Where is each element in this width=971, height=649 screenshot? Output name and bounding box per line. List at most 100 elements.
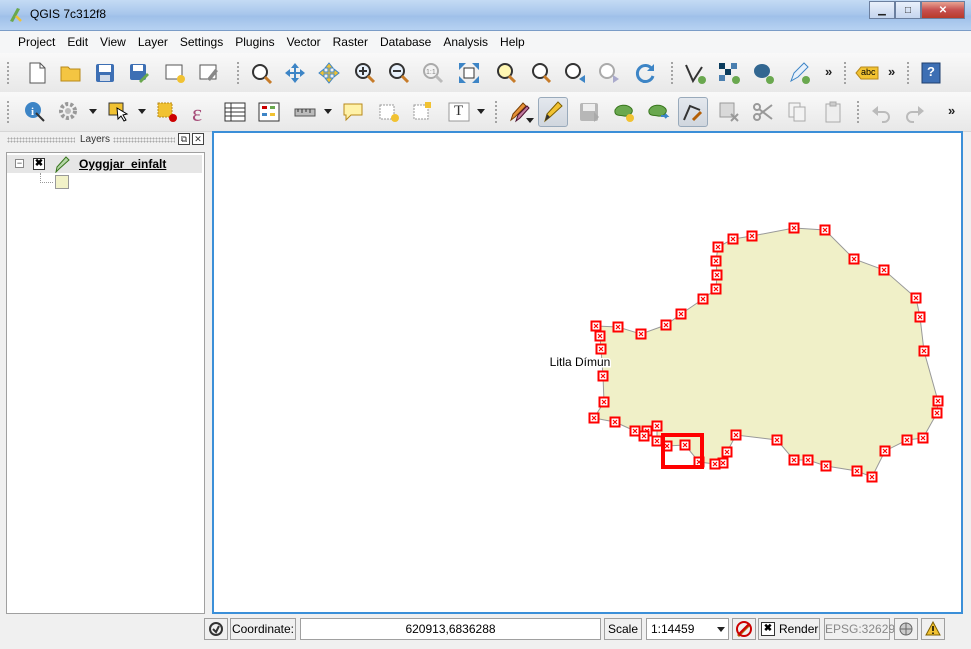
toolbar-grip[interactable] [906,61,910,85]
menu-plugins[interactable]: Plugins [229,31,280,53]
toolbar-grip[interactable] [856,100,860,124]
vertex-marker[interactable] [651,435,663,447]
vertex-marker[interactable] [609,416,621,428]
edits-dropdown-icon[interactable] [526,118,534,123]
toolbar-grip[interactable] [6,100,10,124]
identify-features-button[interactable]: i [20,97,50,127]
menu-database[interactable]: Database [374,31,437,53]
vertex-marker[interactable] [629,425,641,437]
help-button[interactable]: ? [916,58,946,88]
node-editor-button[interactable] [678,97,708,127]
vertex-marker[interactable] [802,454,814,466]
select-by-expression-button[interactable]: ε [186,97,216,127]
close-button[interactable]: ✕ [921,1,965,19]
new-project-button[interactable] [22,58,52,88]
stop-render-button[interactable] [732,618,756,640]
menu-edit[interactable]: Edit [61,31,94,53]
new-shapefile-layer-button[interactable] [784,58,814,88]
redo-button[interactable] [900,97,930,127]
pan-map-button[interactable] [246,58,276,88]
toolbar-overflow-chevron[interactable]: » [888,64,895,79]
menu-layer[interactable]: Layer [132,31,174,53]
vertex-marker[interactable] [820,460,832,472]
vertex-marker[interactable] [588,412,600,424]
vertex-marker[interactable] [595,343,607,355]
vertex-marker[interactable] [638,430,650,442]
map-canvas[interactable]: Litla Dímun [212,131,963,614]
composer-manager-button[interactable] [194,58,224,88]
panel-float-button[interactable]: ⧉ [178,133,190,145]
toolbar-grip[interactable] [843,61,847,85]
vertex-marker[interactable] [917,432,929,444]
toggle-editing-button[interactable] [538,97,568,127]
undo-button[interactable] [866,97,896,127]
crs-button[interactable]: EPSG:32629 [824,618,895,640]
measure-dropdown-icon[interactable] [324,109,332,114]
vertex-marker[interactable] [598,396,610,408]
vertex-marker[interactable] [730,429,742,441]
zoom-to-layer-button[interactable] [526,58,556,88]
maximize-button[interactable]: □ [895,1,921,19]
deselect-all-button[interactable] [152,97,182,127]
render-checkbox[interactable]: ✖ [761,622,775,636]
scale-dropdown-icon[interactable] [717,627,725,632]
vertex-marker[interactable] [710,255,722,267]
layer-name[interactable]: Oyggjar_einfalt [79,157,166,171]
vertex-marker[interactable] [711,269,723,281]
open-attribute-table-button[interactable] [220,97,250,127]
layer-visibility-checkbox[interactable]: ✖ [33,158,45,170]
vertex-marker[interactable] [819,224,831,236]
annotation-dropdown-icon[interactable] [477,109,485,114]
collapse-toggle[interactable]: − [15,159,24,168]
toolbar-grip[interactable] [236,61,240,85]
move-feature-button[interactable] [644,97,674,127]
warning-button[interactable] [921,618,945,640]
crs-status-button[interactable] [894,618,918,640]
toolbar-overflow-chevron[interactable]: » [825,64,832,79]
add-feature-button[interactable] [610,97,640,127]
vertex-marker[interactable] [878,264,890,276]
run-feature-action-button[interactable] [54,97,84,127]
vertex-marker[interactable] [651,420,663,432]
field-calculator-button[interactable] [254,97,284,127]
vertex-marker[interactable] [918,345,930,357]
select-features-button[interactable] [104,97,134,127]
pan-selected-button[interactable] [314,58,344,88]
layers-tree[interactable]: − ✖ Oyggjar_einfalt [6,152,205,614]
menu-view[interactable]: View [94,31,132,53]
vertex-marker[interactable] [932,395,944,407]
cut-features-button[interactable] [748,97,778,127]
menu-vector[interactable]: Vector [281,31,327,53]
vertex-marker[interactable] [788,222,800,234]
action-dropdown-icon[interactable] [89,109,97,114]
refresh-button[interactable] [630,58,660,88]
zoom-full-button[interactable] [454,58,484,88]
measure-button[interactable] [290,97,320,127]
save-as-button[interactable] [124,58,154,88]
messages-button[interactable] [204,618,228,640]
zoom-next-button[interactable] [594,58,624,88]
pan-to-selection-button[interactable] [280,58,310,88]
vertex-marker[interactable] [931,407,943,419]
dock-grip[interactable] [7,137,75,143]
menu-project[interactable]: Project [12,31,61,53]
add-postgis-layer-button[interactable] [748,58,778,88]
text-annotation-button[interactable]: T [444,97,474,127]
vertex-marker[interactable] [788,454,800,466]
open-project-button[interactable] [56,58,86,88]
vertex-marker[interactable] [914,311,926,323]
vertex-marker[interactable] [590,320,602,332]
vertex-marker[interactable] [675,308,687,320]
delete-selected-button[interactable] [714,97,744,127]
coordinate-field[interactable]: 620913,6836288 [300,618,601,640]
vertex-marker[interactable] [866,471,878,483]
toolbar-grip[interactable] [670,61,674,85]
vertex-marker[interactable] [709,458,721,470]
zoom-out-button[interactable] [384,58,414,88]
dock-grip[interactable] [113,137,175,143]
toolbar-overflow-chevron[interactable]: » [948,103,955,118]
vertex-marker[interactable] [710,283,722,295]
vertex-marker[interactable] [727,233,739,245]
vertex-marker[interactable] [879,445,891,457]
new-bookmark-button[interactable] [374,97,404,127]
